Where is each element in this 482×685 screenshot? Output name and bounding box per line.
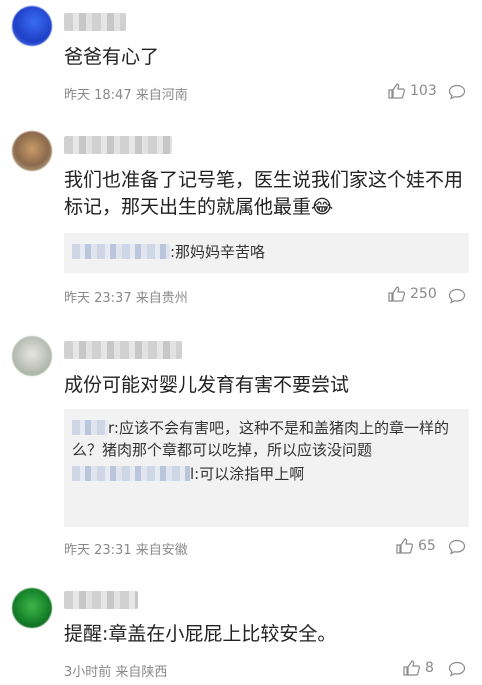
comment-location: 来自安徽 xyxy=(135,543,188,558)
comment-time: 昨天 23:37 xyxy=(64,291,132,306)
comment-text: 爸爸有心了 xyxy=(64,46,160,68)
user-avatar[interactable] xyxy=(12,336,52,376)
like-button[interactable]: 65 xyxy=(396,538,436,554)
reply-text: r:应该不会有害吧，这种不是和盖猪肉上的章一样的么？猪肉那个章都可以吃掉，所以应… xyxy=(72,419,449,459)
username[interactable] xyxy=(64,13,126,31)
user-avatar[interactable] xyxy=(12,131,52,171)
comment-location: 来自贵州 xyxy=(135,291,188,306)
like-button[interactable]: 103 xyxy=(388,83,437,99)
username[interactable] xyxy=(64,136,172,154)
comment-text: 成份可能对婴儿发育有害不要尝试 xyxy=(64,374,350,396)
reply-text: l:可以涂指甲上啊 xyxy=(190,465,305,483)
comment-meta: 昨天 18:47 来自河南 xyxy=(64,84,188,103)
reply-username[interactable] xyxy=(72,244,170,259)
reply-username[interactable] xyxy=(72,420,108,435)
speech-bubble-icon[interactable] xyxy=(448,661,466,677)
reply-list: :那妈妈辛苦咯 xyxy=(64,233,469,273)
comment-meta: 昨天 23:31 来自安徽 xyxy=(64,539,188,558)
reply-text: :那妈妈辛苦咯 xyxy=(170,243,266,261)
thumbs-up-icon xyxy=(403,660,420,676)
reply-item: l:可以涂指甲上啊 xyxy=(72,463,469,485)
username[interactable] xyxy=(64,341,182,359)
reply-list: r:应该不会有害吧，这种不是和盖猪肉上的章一样的么？猪肉那个章都可以吃掉，所以应… xyxy=(64,409,469,527)
comment-time: 昨天 23:31 xyxy=(64,543,132,558)
like-button[interactable]: 250 xyxy=(388,286,437,302)
like-count: 103 xyxy=(410,83,437,99)
username[interactable] xyxy=(64,591,138,609)
speech-bubble-icon[interactable] xyxy=(448,539,466,555)
user-avatar[interactable] xyxy=(12,588,52,628)
thumbs-up-icon xyxy=(388,286,405,302)
comment-location: 来自陕西 xyxy=(115,665,168,680)
like-count: 250 xyxy=(410,286,437,302)
comment-text: 我们也准备了记号笔，医生说我们家这个娃不用标记，那天出生的就属他最重😂 xyxy=(64,169,464,218)
reply-item: r:应该不会有害吧，这种不是和盖猪肉上的章一样的么？猪肉那个章都可以吃掉，所以应… xyxy=(72,417,469,461)
user-avatar[interactable] xyxy=(12,6,52,46)
like-button[interactable]: 8 xyxy=(403,660,434,676)
comment-meta: 昨天 23:37 来自贵州 xyxy=(64,287,188,306)
comment-time: 昨天 18:47 xyxy=(64,88,132,103)
speech-bubble-icon[interactable] xyxy=(448,84,466,100)
like-count: 8 xyxy=(425,660,434,676)
comment-time: 3小时前 xyxy=(64,665,112,680)
comment-meta: 3小时前 来自陕西 xyxy=(64,661,167,680)
thumbs-up-icon xyxy=(396,538,413,554)
thumbs-up-icon xyxy=(388,83,405,99)
speech-bubble-icon[interactable] xyxy=(448,288,466,304)
like-count: 65 xyxy=(418,538,436,554)
comment-text: 提醒:章盖在小屁屁上比较安全。 xyxy=(64,623,337,645)
comment-location: 来自河南 xyxy=(135,88,188,103)
reply-username[interactable] xyxy=(72,466,190,481)
